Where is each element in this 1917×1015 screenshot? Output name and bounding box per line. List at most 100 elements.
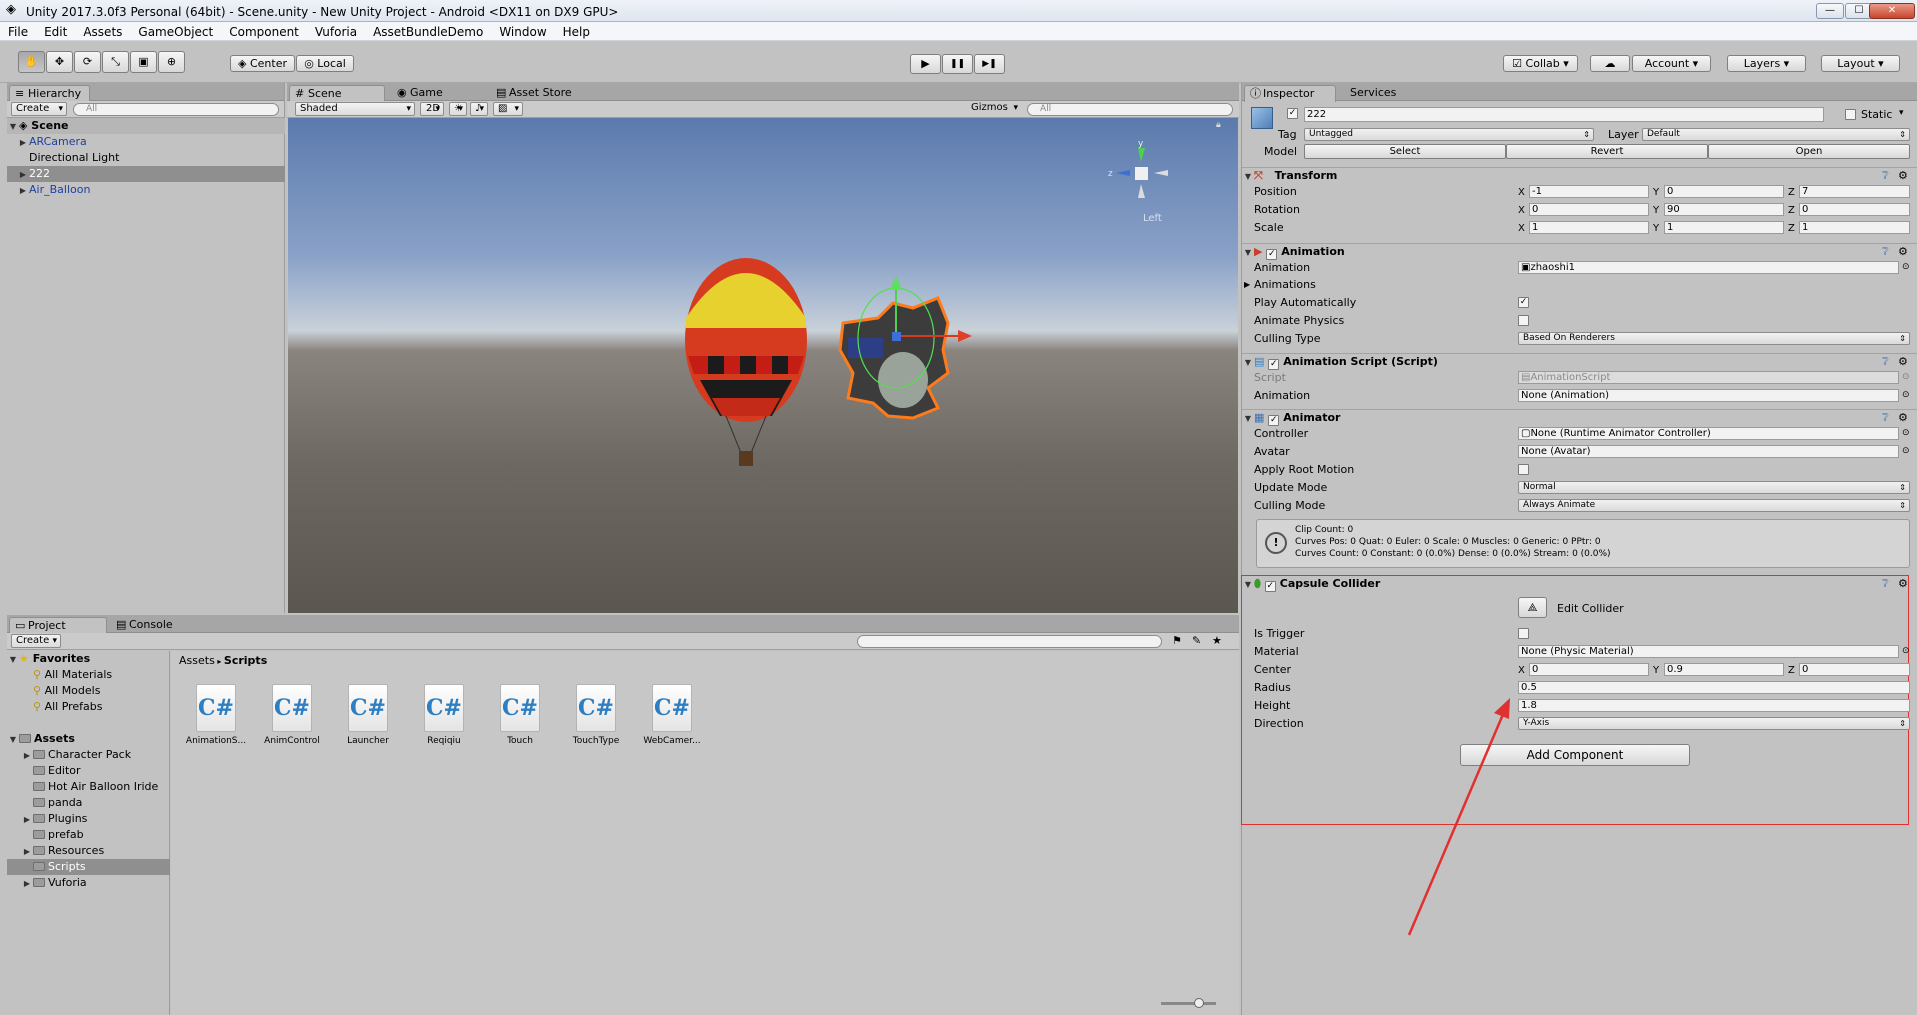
add-component-button[interactable]: Add Component (1460, 744, 1690, 766)
breadcrumb-assets[interactable]: Assets (179, 654, 215, 667)
expand-arrow-icon[interactable]: ▶ (21, 876, 33, 891)
tab-hierarchy[interactable]: ≡ Hierarchy (9, 85, 91, 102)
transform-header[interactable]: ▼ ⤧ Transform ❔︎ ⚙ (1242, 167, 1917, 183)
pivot-local-button[interactable]: ◎ Local (296, 55, 354, 72)
direction-dropdown[interactable]: Y-Axis (1518, 717, 1910, 730)
assets-row[interactable]: ▼ Assets (7, 731, 170, 747)
menu-gameobject[interactable]: GameObject (130, 22, 221, 39)
expand-arrow-icon[interactable]: ▼ (7, 652, 19, 668)
transform-y-field[interactable]: 0 (1664, 185, 1784, 198)
expand-arrow-icon[interactable]: ▶ (1244, 277, 1250, 292)
step-button[interactable]: ▶❚ (974, 54, 1005, 74)
tab-services[interactable]: Services (1340, 85, 1404, 102)
menu-window[interactable]: Window (491, 22, 554, 39)
expand-arrow-icon[interactable]: ▶ (21, 812, 33, 827)
expand-arrow-icon[interactable]: ▼ (7, 732, 19, 748)
settings-gear-icon[interactable]: ⚙ (1898, 410, 1908, 426)
2d-toggle-button[interactable]: 2D (420, 102, 444, 116)
menu-vuforia[interactable]: Vuforia (307, 22, 365, 39)
move-tool-button[interactable]: ✥ (46, 51, 73, 73)
script-asset[interactable]: C# AnimationS... (181, 684, 251, 746)
play-automatically-checkbox[interactable]: ✓ (1518, 297, 1529, 308)
apply-root-motion-checkbox[interactable] (1518, 464, 1529, 475)
script-asset[interactable]: C# Reqiqiu (409, 684, 479, 746)
animate-physics-checkbox[interactable] (1518, 315, 1529, 326)
tag-dropdown[interactable]: Untagged (1304, 128, 1594, 141)
model-revert-button[interactable]: Revert (1506, 144, 1708, 159)
hierarchy-item[interactable]: ▶ 222 (7, 166, 285, 182)
animation-clip-field[interactable]: ▣zhaoshi1 (1518, 261, 1899, 274)
scene-search-input[interactable]: All (1027, 103, 1233, 116)
object-picker-icon[interactable]: ⊙ (1902, 426, 1910, 441)
folder-item[interactable]: Hot Air Balloon Iride (7, 779, 170, 795)
hierarchy-item[interactable]: Directional Light (7, 150, 285, 166)
layer-dropdown[interactable]: Default (1642, 128, 1910, 141)
favorites-row[interactable]: ▼ ★ Favorites (7, 651, 170, 667)
expand-arrow-icon[interactable]: ▼ (1242, 169, 1254, 185)
filter-type-icon[interactable]: ⚑ (1172, 634, 1182, 647)
audio-toggle-button[interactable]: ♪ (470, 102, 488, 116)
layout-dropdown[interactable]: Layout ▾ (1821, 55, 1900, 72)
folder-item[interactable]: panda (7, 795, 170, 811)
favorite-star-icon[interactable]: ★ (1212, 634, 1222, 647)
object-picker-icon[interactable]: ⊙ (1902, 388, 1910, 403)
transform-y-field[interactable]: 90 (1664, 203, 1784, 216)
rect-tool-button[interactable]: ▣ (130, 51, 157, 73)
expand-arrow-icon[interactable]: ▶ (17, 167, 29, 183)
script-asset[interactable]: C# AnimControl (257, 684, 327, 746)
animations-row[interactable]: ▶ Animations (1242, 277, 1792, 292)
folder-item[interactable]: ▶ Character Pack (7, 747, 170, 763)
expand-arrow-icon[interactable]: ▼ (1242, 245, 1254, 261)
effects-dropdown[interactable]: ▨ (493, 102, 523, 116)
is-trigger-checkbox[interactable] (1518, 628, 1529, 639)
cloud-button[interactable]: ☁ (1590, 55, 1630, 72)
zoom-slider[interactable] (1161, 998, 1216, 1008)
culling-type-dropdown[interactable]: Based On Renderers (1518, 332, 1910, 345)
object-picker-icon[interactable]: ⊙ (1902, 260, 1910, 275)
animation-enabled-checkbox[interactable]: ✓ (1266, 249, 1278, 260)
expand-arrow-icon[interactable]: ▶ (17, 135, 29, 151)
object-name-field[interactable]: 222 (1304, 107, 1824, 122)
material-field[interactable]: None (Physic Material) (1518, 645, 1899, 658)
culling-mode-dropdown[interactable]: Always Animate (1518, 499, 1910, 512)
close-button[interactable]: ✕ (1869, 3, 1915, 19)
script-asset[interactable]: C# TouchType (561, 684, 631, 746)
folder-item[interactable]: ▶ Vuforia (7, 875, 170, 891)
breadcrumb-scripts[interactable]: Scripts (224, 654, 267, 667)
transform-tool-button[interactable]: ⊕ (158, 51, 185, 73)
static-dropdown-icon[interactable]: ▾ (1899, 108, 1904, 118)
layers-dropdown[interactable]: Layers ▾ (1727, 55, 1806, 72)
script-asset[interactable]: C# Launcher (333, 684, 403, 746)
settings-gear-icon[interactable]: ⚙ (1898, 576, 1908, 592)
transform-x-field[interactable]: 0 (1529, 203, 1649, 216)
tab-game[interactable]: ◉ Game (392, 85, 451, 102)
height-field[interactable]: 1.8 (1518, 699, 1910, 712)
menu-file[interactable]: File (0, 22, 36, 39)
favorites-item[interactable]: ⚲ All Prefabs (7, 699, 103, 715)
object-picker-icon[interactable]: ⊙ (1902, 444, 1910, 459)
animator-enabled-checkbox[interactable]: ✓ (1268, 415, 1280, 426)
controller-field[interactable]: ▢None (Runtime Animator Controller) (1518, 427, 1899, 440)
tab-inspector[interactable]: ⓘ Inspector (1244, 85, 1336, 102)
model-select-button[interactable]: Select (1304, 144, 1506, 159)
transform-z-field[interactable]: 1 (1799, 221, 1910, 234)
help-icon[interactable]: ❔︎ (1882, 576, 1889, 592)
account-dropdown[interactable]: Account ▾ (1632, 55, 1711, 72)
script-asset[interactable]: C# Touch (485, 684, 555, 746)
tab-asset-store[interactable]: ▤ Asset Store (491, 85, 580, 102)
capsule-enabled-checkbox[interactable]: ✓ (1264, 581, 1276, 592)
pause-button[interactable]: ❚❚ (942, 54, 973, 74)
collab-dropdown[interactable]: ☑ Collab ▾ (1503, 55, 1578, 72)
expand-arrow-icon[interactable]: ▼ (1242, 577, 1254, 593)
radius-field[interactable]: 0.5 (1518, 681, 1910, 694)
help-icon[interactable]: ❔︎ (1882, 354, 1889, 370)
selected-model-222[interactable] (838, 276, 972, 420)
orientation-gizmo[interactable]: y z (1108, 139, 1168, 198)
filter-label-icon[interactable]: ✎ (1192, 634, 1201, 647)
hierarchy-item[interactable]: ▶ ARCamera (7, 134, 285, 150)
project-create-dropdown[interactable]: Create (11, 634, 61, 648)
transform-x-field[interactable]: 1 (1529, 221, 1649, 234)
folder-item[interactable]: Scripts (7, 859, 170, 875)
menu-edit[interactable]: Edit (36, 22, 75, 39)
menu-assetbundledemo[interactable]: AssetBundleDemo (365, 22, 491, 39)
